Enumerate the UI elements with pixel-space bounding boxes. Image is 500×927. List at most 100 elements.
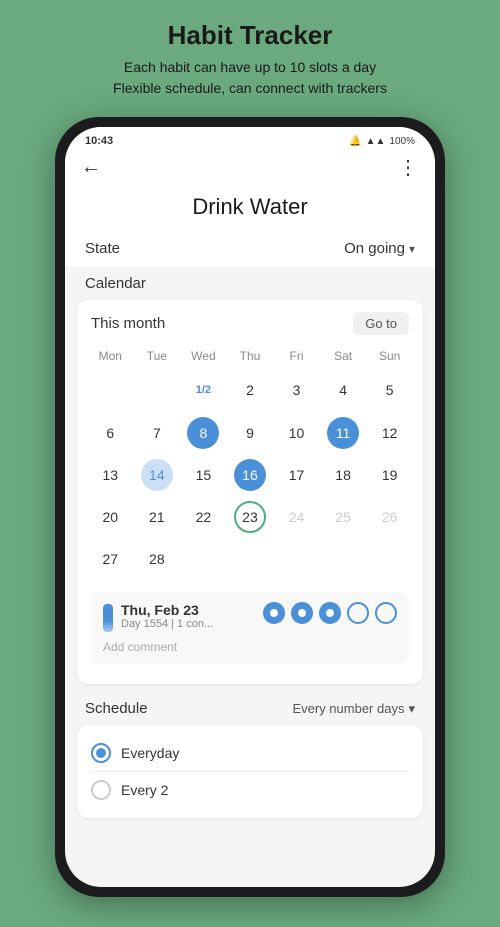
weekday-wed: Wed <box>180 345 227 367</box>
phone-frame: 10:43 🔔 ▲▲ 100% ← ⋮ Drink Water State On… <box>55 117 445 897</box>
habit-dot-5[interactable] <box>375 602 397 624</box>
day-detail-left: Thu, Feb 23 Day 1554 | 1 con... <box>103 602 213 632</box>
cal-cell: 21 <box>134 496 181 538</box>
wifi-icon: ▲▲ <box>366 136 386 147</box>
every2-label: Every 2 <box>121 782 168 798</box>
schedule-dropdown[interactable]: Every number days ▾ <box>292 701 415 717</box>
habit-dots <box>263 602 397 624</box>
state-value-text: On going <box>344 240 405 257</box>
schedule-header: Schedule Every number days ▾ <box>85 700 415 717</box>
cal-cell: 27 <box>87 538 134 580</box>
schedule-option-everyday[interactable]: Everyday <box>91 735 409 771</box>
day-detail-card: Thu, Feb 23 Day 1554 | 1 con... Add comm… <box>91 592 409 664</box>
table-row: 20 21 22 23 24 25 26 <box>87 496 413 538</box>
cal-cell: 3 <box>273 367 320 412</box>
go-to-button[interactable]: Go to <box>353 312 409 335</box>
cal-cell: 7 <box>134 412 181 454</box>
table-row: 13 14 15 16 17 18 19 <box>87 454 413 496</box>
state-dropdown-icon: ▾ <box>409 242 415 256</box>
day-detail-header: Thu, Feb 23 Day 1554 | 1 con... <box>103 602 397 632</box>
top-nav: ← ⋮ <box>65 151 435 190</box>
cal-cell: 20 <box>87 496 134 538</box>
cal-cell: 1/2 <box>180 367 227 412</box>
cal-cell: 26 <box>366 496 413 538</box>
cal-cell: 25 <box>320 496 367 538</box>
schedule-section: Schedule Every number days ▾ <box>65 692 435 721</box>
state-row: State On going ▾ <box>65 234 435 267</box>
signal-icon: 🔔 <box>349 136 361 147</box>
phone-screen: 10:43 🔔 ▲▲ 100% ← ⋮ Drink Water State On… <box>65 127 435 887</box>
weekday-mon: Mon <box>87 345 134 367</box>
table-row: 6 7 8 9 10 11 12 <box>87 412 413 454</box>
day-sub-label: Day 1554 | 1 con... <box>121 618 213 630</box>
schedule-label: Schedule <box>85 700 148 717</box>
cal-cell: 18 <box>320 454 367 496</box>
cal-cell: 8 <box>180 412 227 454</box>
cal-cell: 2 <box>227 367 274 412</box>
cal-cell: 28 <box>134 538 181 580</box>
cal-cell: 9 <box>227 412 274 454</box>
cal-cell: 5 <box>366 367 413 412</box>
cal-cell: 16 <box>227 454 274 496</box>
schedule-dropdown-icon: ▾ <box>408 701 415 717</box>
everyday-radio[interactable] <box>91 743 111 763</box>
cal-cell: 11 <box>320 412 367 454</box>
cal-cell <box>134 367 181 412</box>
status-bar: 10:43 🔔 ▲▲ 100% <box>65 127 435 151</box>
state-dropdown[interactable]: On going ▾ <box>344 240 415 257</box>
weekday-sun: Sun <box>366 345 413 367</box>
weekday-sat: Sat <box>320 345 367 367</box>
everyday-radio-inner <box>96 748 106 758</box>
cal-cell: 4 <box>320 367 367 412</box>
cal-cell <box>320 538 367 580</box>
weekday-tue: Tue <box>134 345 181 367</box>
every2-radio[interactable] <box>91 780 111 800</box>
battery-icon: 100% <box>389 136 415 147</box>
day-detail-text: Thu, Feb 23 Day 1554 | 1 con... <box>121 602 213 630</box>
cal-cell: 17 <box>273 454 320 496</box>
table-row: 1/2 2 3 4 5 <box>87 367 413 412</box>
cal-cell: 6 <box>87 412 134 454</box>
cal-cell <box>273 538 320 580</box>
day-date-label: Thu, Feb 23 <box>121 602 213 618</box>
state-label: State <box>85 240 120 257</box>
schedule-options-card: Everyday Every 2 <box>77 725 423 818</box>
calendar-header: This month Go to <box>87 312 413 335</box>
cal-cell: 13 <box>87 454 134 496</box>
schedule-value-text: Every number days <box>292 701 404 716</box>
cal-cell <box>87 367 134 412</box>
app-title: Habit Tracker <box>168 20 333 51</box>
water-drop-icon <box>103 604 113 632</box>
this-month-label: This month <box>91 315 165 332</box>
page-title: Drink Water <box>65 190 435 234</box>
weekday-thu: Thu <box>227 345 274 367</box>
cal-cell: 14 <box>134 454 181 496</box>
app-subtitle: Each habit can have up to 10 slots a day… <box>113 57 387 99</box>
cal-cell: 23 <box>227 496 274 538</box>
status-icons: 🔔 ▲▲ 100% <box>349 136 415 147</box>
cal-cell: 10 <box>273 412 320 454</box>
calendar-grid: Mon Tue Wed Thu Fri Sat Sun <box>87 345 413 580</box>
cal-cell: 15 <box>180 454 227 496</box>
cal-cell <box>227 538 274 580</box>
cal-cell: 12 <box>366 412 413 454</box>
cal-cell: 22 <box>180 496 227 538</box>
cal-cell <box>180 538 227 580</box>
cal-cell: 19 <box>366 454 413 496</box>
table-row: 27 28 <box>87 538 413 580</box>
cal-cell <box>366 538 413 580</box>
schedule-option-every2[interactable]: Every 2 <box>91 772 409 808</box>
habit-dot-2[interactable] <box>291 602 313 624</box>
habit-dot-4[interactable] <box>347 602 369 624</box>
more-button[interactable]: ⋮ <box>398 155 419 180</box>
calendar-card: This month Go to Mon Tue Wed Thu Fri Sat… <box>77 300 423 684</box>
calendar-section-label: Calendar <box>65 267 435 296</box>
status-time: 10:43 <box>85 135 113 147</box>
back-button[interactable]: ← <box>81 156 101 179</box>
cal-cell: 24 <box>273 496 320 538</box>
habit-dot-1[interactable] <box>263 602 285 624</box>
everyday-label: Everyday <box>121 745 179 761</box>
weekday-fri: Fri <box>273 345 320 367</box>
habit-dot-3[interactable] <box>319 602 341 624</box>
add-comment-field[interactable]: Add comment <box>103 640 397 654</box>
